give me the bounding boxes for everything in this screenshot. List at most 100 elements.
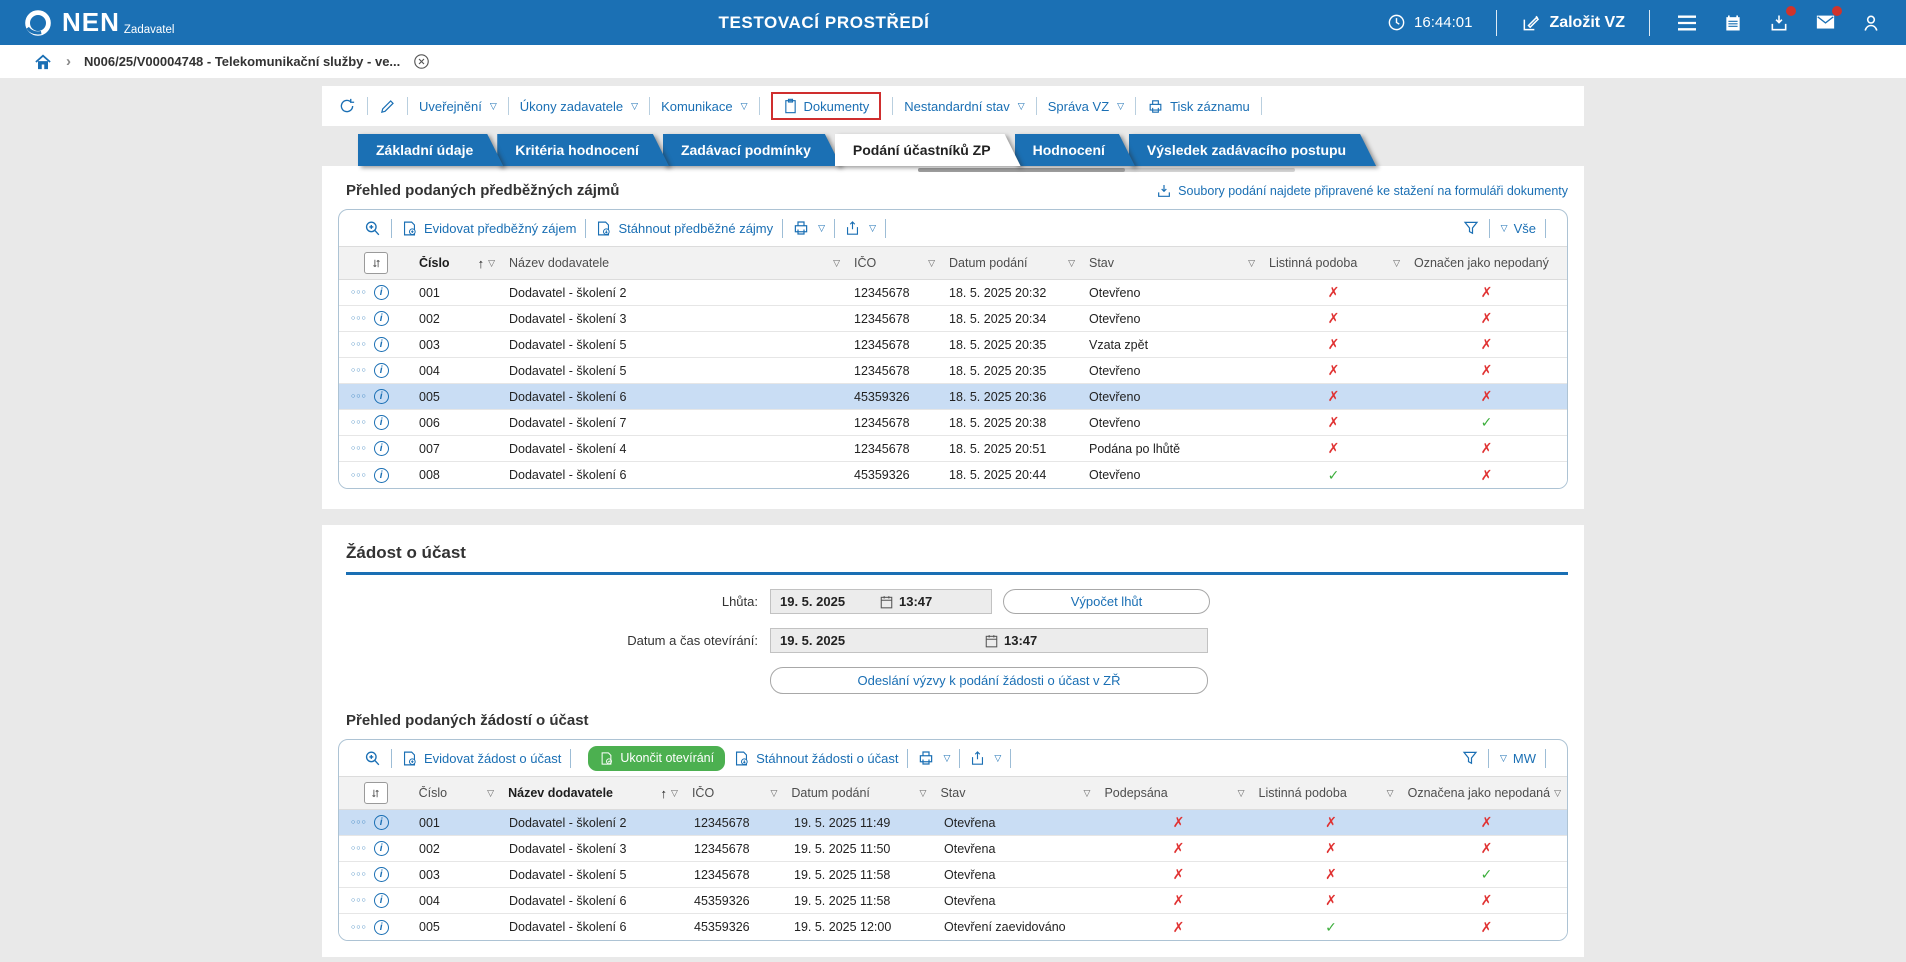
edit-button[interactable] <box>377 98 398 115</box>
table-row[interactable]: ○○○ i 003 Dodavatel - školení 5 12345678… <box>339 862 1567 888</box>
row-menu-icon[interactable]: ○○○ <box>351 393 367 400</box>
table-row[interactable]: ○○○ i 003 Dodavatel - školení 5 12345678… <box>339 332 1567 358</box>
table-row[interactable]: ○○○ i 001 Dodavatel - školení 2 12345678… <box>339 280 1567 306</box>
filter-button[interactable] <box>1462 219 1480 237</box>
tab[interactable]: Výsledek zadávacího postupu <box>1129 134 1376 166</box>
ukoncit-otevirani-button[interactable]: Ukončit otevírání <box>588 745 726 771</box>
filter-preset-select[interactable]: ▽ Vše <box>1499 221 1536 236</box>
nen-logo[interactable]: NEN Zadavatel <box>22 7 174 39</box>
print-button[interactable]: ▽ <box>917 749 950 767</box>
odeslani-vyzvy-button[interactable]: Odeslání výzvy k podání žádosti o účast … <box>770 667 1208 694</box>
filter-dropdown-icon[interactable]: ▽ <box>1387 788 1394 799</box>
column-header-oznacen-nepodany[interactable]: Označen jako nepodaný <box>1406 247 1567 279</box>
info-icon[interactable]: i <box>373 441 389 456</box>
search-button[interactable] <box>363 749 382 768</box>
scrollbar-thumb[interactable] <box>918 168 1126 172</box>
row-menu-icon[interactable]: ○○○ <box>351 315 367 322</box>
user-profile-button[interactable] <box>1858 10 1884 36</box>
column-header-stav[interactable]: Stav ▽ <box>1081 247 1261 279</box>
create-vz-button[interactable]: Založit VZ <box>1521 13 1625 33</box>
info-icon[interactable]: i <box>373 415 389 430</box>
tab[interactable]: Podání účastníků ZP <box>835 134 1021 166</box>
column-header-oznacena-nepodana[interactable]: Označena jako nepodaná ▽ <box>1400 777 1567 809</box>
menu-button[interactable] <box>1674 10 1700 36</box>
table-row[interactable]: ○○○ i 008 Dodavatel - školení 6 45359326… <box>339 462 1567 488</box>
column-header-nazev[interactable]: Název dodavatele ▽ <box>501 247 846 279</box>
filter-dropdown-icon[interactable]: ▽ <box>920 788 927 799</box>
tab[interactable]: Kritéria hodnocení <box>497 134 669 166</box>
tab[interactable]: Zadávací podmínky <box>663 134 841 166</box>
table-row[interactable]: ○○○ i 001 Dodavatel - školení 2 12345678… <box>339 810 1567 836</box>
menu-uverejneni[interactable]: Uveřejnění ▽ <box>417 99 499 114</box>
filter-preset-select[interactable]: ▽ MW <box>1498 751 1536 766</box>
info-icon[interactable]: i <box>373 337 389 352</box>
row-menu-icon[interactable]: ○○○ <box>351 445 367 452</box>
filter-dropdown-icon[interactable]: ▽ <box>1248 258 1255 269</box>
table-row[interactable]: ○○○ i 005 Dodavatel - školení 6 45359326… <box>339 914 1567 940</box>
menu-komunikace[interactable]: Komunikace ▽ <box>659 99 749 114</box>
vypocet-lhut-button[interactable]: Výpočet lhůt <box>1003 589 1210 614</box>
info-icon[interactable]: i <box>373 815 389 830</box>
filter-dropdown-icon[interactable]: ▽ <box>487 788 494 799</box>
row-menu-icon[interactable]: ○○○ <box>351 871 367 878</box>
stahnout-predbezne-zajmy-button[interactable]: Stáhnout předběžné zájmy <box>595 220 773 237</box>
row-menu-icon[interactable]: ○○○ <box>351 819 367 826</box>
column-settings-button[interactable] <box>339 247 411 279</box>
info-icon[interactable]: i <box>373 285 389 300</box>
filter-dropdown-icon[interactable]: ▽ <box>488 258 495 269</box>
info-icon[interactable]: i <box>373 311 389 326</box>
table-row[interactable]: ○○○ i 002 Dodavatel - školení 3 12345678… <box>339 306 1567 332</box>
messages-button[interactable] <box>1812 5 1842 36</box>
info-icon[interactable]: i <box>373 893 389 908</box>
breadcrumb-item[interactable]: N006/25/V00004748 - Telekomunikační služ… <box>84 54 400 69</box>
calendar-picker-icon[interactable] <box>985 634 998 648</box>
info-icon[interactable]: i <box>373 867 389 882</box>
column-header-podepsana[interactable]: Podepsána ▽ <box>1096 777 1250 809</box>
tab[interactable]: Hodnocení <box>1015 134 1135 166</box>
info-icon[interactable]: i <box>373 467 389 483</box>
filter-dropdown-icon[interactable]: ▽ <box>671 788 678 799</box>
column-header-datum-podani[interactable]: Datum podání ▽ <box>783 777 932 809</box>
home-icon[interactable] <box>33 52 53 72</box>
column-header-stav[interactable]: Stav ▽ <box>932 777 1096 809</box>
column-header-ico[interactable]: IČO ▽ <box>846 247 941 279</box>
lhuta-input[interactable]: 19. 5. 2025 13:47 <box>770 589 992 614</box>
filter-dropdown-icon[interactable]: ▽ <box>1068 258 1075 269</box>
info-icon[interactable]: i <box>373 919 389 935</box>
menu-nestandardni-stav[interactable]: Nestandardní stav ▽ <box>902 99 1026 114</box>
row-menu-icon[interactable]: ○○○ <box>351 472 367 479</box>
tab[interactable]: Základní údaje <box>358 134 503 166</box>
calendar-button[interactable] <box>1720 10 1746 36</box>
tabs-horizontal-scrollbar[interactable] <box>918 168 1295 172</box>
filter-dropdown-icon[interactable]: ▽ <box>770 788 777 799</box>
menu-ukony-zadavatele[interactable]: Úkony zadavatele ▽ <box>518 99 640 114</box>
filter-dropdown-icon[interactable]: ▽ <box>1084 788 1091 799</box>
menu-dokumenty-highlighted[interactable]: Dokumenty <box>770 92 882 120</box>
table-row[interactable]: ○○○ i 004 Dodavatel - školení 6 45359326… <box>339 888 1567 914</box>
table-row[interactable]: ○○○ i 002 Dodavatel - školení 3 12345678… <box>339 836 1567 862</box>
row-menu-icon[interactable]: ○○○ <box>351 341 367 348</box>
menu-tisk-zaznamu[interactable]: Tisk záznamu <box>1145 98 1252 115</box>
info-icon[interactable]: i <box>373 841 389 856</box>
filter-button[interactable] <box>1461 749 1479 767</box>
filter-dropdown-icon[interactable]: ▽ <box>928 258 935 269</box>
refresh-button[interactable] <box>336 97 358 115</box>
column-header-nazev[interactable]: Název dodavatele ↑ ▽ <box>500 777 684 809</box>
downloads-button[interactable] <box>1766 5 1796 36</box>
print-button[interactable]: ▽ <box>792 219 825 237</box>
row-menu-icon[interactable]: ○○○ <box>351 924 367 931</box>
filter-dropdown-icon[interactable]: ▽ <box>1393 258 1400 269</box>
row-menu-icon[interactable]: ○○○ <box>351 845 367 852</box>
filter-dropdown-icon[interactable]: ▽ <box>1554 788 1561 799</box>
otevirani-input[interactable]: 19. 5. 2025 13:47 <box>770 628 1208 653</box>
menu-sprava-vz[interactable]: Správa VZ ▽ <box>1046 99 1126 114</box>
column-header-ico[interactable]: IČO ▽ <box>684 777 783 809</box>
evidovat-predbezny-zajem-button[interactable]: Evidovat předběžný zájem <box>401 220 576 237</box>
close-icon[interactable] <box>413 53 430 70</box>
table-row[interactable]: ○○○ i 006 Dodavatel - školení 7 12345678… <box>339 410 1567 436</box>
row-menu-icon[interactable]: ○○○ <box>351 419 367 426</box>
download-note-link[interactable]: Soubory podání najdete připravené ke sta… <box>1156 183 1568 199</box>
row-menu-icon[interactable]: ○○○ <box>351 897 367 904</box>
evidovat-zadost-button[interactable]: Evidovat žádost o účast <box>401 750 561 767</box>
export-button[interactable]: ▽ <box>844 220 876 237</box>
